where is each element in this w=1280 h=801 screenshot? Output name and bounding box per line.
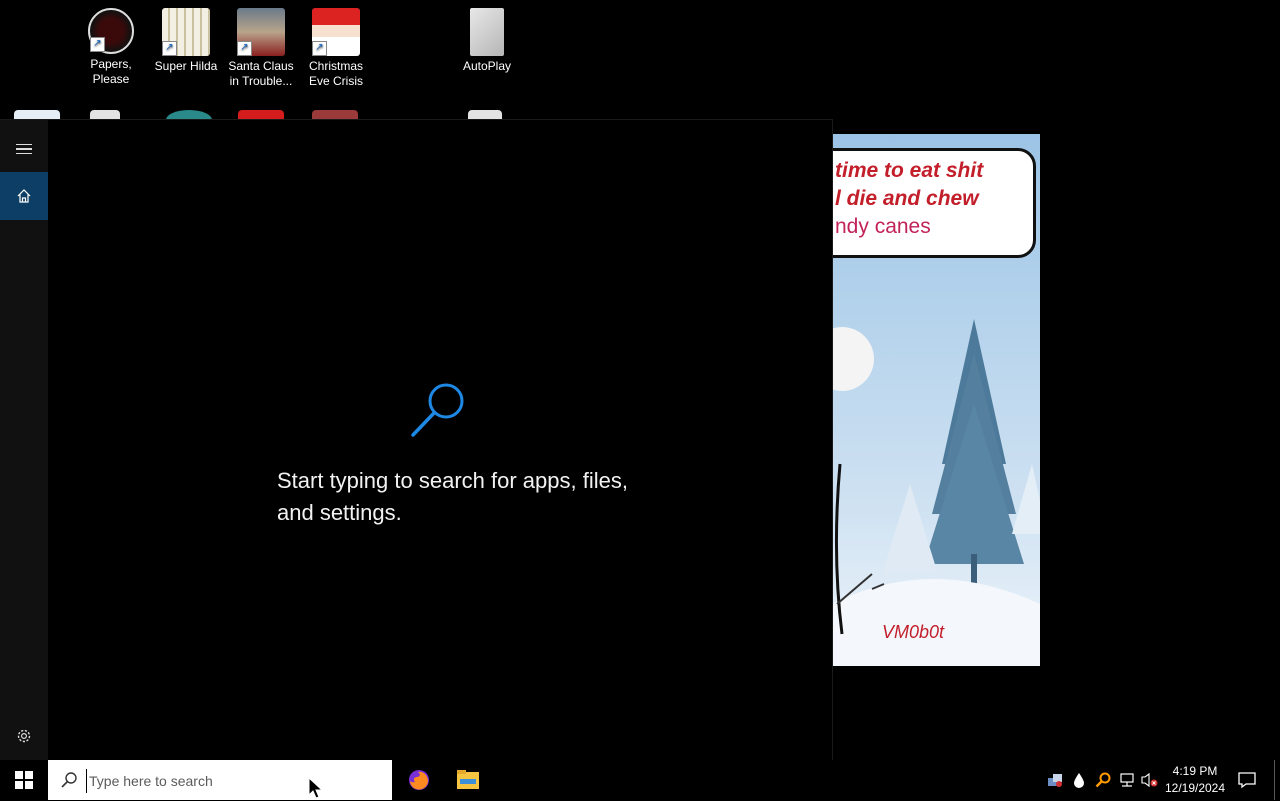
- notification-center-icon[interactable]: [1236, 770, 1258, 790]
- start-button[interactable]: [0, 760, 48, 800]
- desktop-icon-label: Christmas Eve Crisis: [308, 59, 363, 88]
- taskbar-clock[interactable]: 4:19 PM 12/19/2024: [1162, 763, 1228, 797]
- network-adapter-icon[interactable]: [1046, 771, 1064, 789]
- super-hilda-icon: ↗: [162, 8, 210, 56]
- start-search-panel: Start typing to search for apps, files, …: [0, 119, 833, 761]
- search-prompt-text: Start typing to search for apps, files, …: [277, 468, 628, 525]
- clock-date: 12/19/2024: [1164, 781, 1226, 795]
- santa-claus-icon: ↗: [237, 8, 285, 56]
- windows-logo-icon: [15, 771, 33, 789]
- volume-muted-icon[interactable]: [1141, 771, 1159, 789]
- firefox-taskbar-button[interactable]: [402, 764, 436, 796]
- bubble-line-3: ndy canes: [835, 215, 931, 238]
- taskbar-search-box[interactable]: [48, 760, 392, 800]
- shortcut-arrow-icon: ↗: [90, 37, 105, 52]
- water-drop-icon[interactable]: [1070, 771, 1088, 789]
- bubble-line-1: time to eat shit: [835, 159, 984, 182]
- search-input[interactable]: [86, 769, 381, 793]
- shortcut-arrow-icon: ↗: [162, 41, 177, 56]
- bubble-line-2: l die and chew: [835, 187, 979, 210]
- desktop-icon-papers-please[interactable]: ↗ Papers, Please: [74, 8, 148, 87]
- artist-signature: VM0b0t: [882, 622, 945, 642]
- desktop-icon-autoplay[interactable]: AutoPlay: [450, 8, 524, 74]
- settings-button[interactable]: [0, 712, 48, 760]
- autoplay-icon: [470, 8, 504, 56]
- christmas-eve-crisis-icon: ↗: [312, 8, 360, 56]
- firefox-icon: [409, 770, 429, 790]
- desktop-icon-super-hilda[interactable]: ↗ Super Hilda: [149, 8, 223, 74]
- file-explorer-taskbar-button[interactable]: [451, 764, 485, 796]
- start-rail: [0, 120, 48, 761]
- search-magnifier-icon: [411, 383, 464, 437]
- desktop-icon-label: Santa Claus in Trouble...: [228, 59, 294, 88]
- hamburger-icon: [16, 141, 32, 158]
- wallpaper-fragment: time to eat shit l die and chew ndy cane…: [832, 134, 1040, 666]
- shortcut-arrow-icon: ↗: [312, 41, 327, 56]
- show-desktop-button[interactable]: [1274, 760, 1277, 800]
- expand-menu-button[interactable]: [0, 125, 48, 173]
- desktop-icon-christmas-eve-crisis[interactable]: ↗ Christmas Eve Crisis: [299, 8, 373, 89]
- mouse-pointer-icon: [308, 777, 324, 799]
- home-icon: [17, 189, 31, 203]
- home-button[interactable]: [0, 172, 48, 220]
- desktop-icon-santa-claus[interactable]: ↗ Santa Claus in Trouble...: [224, 8, 298, 89]
- search-tool-icon[interactable]: [1094, 771, 1112, 789]
- papers-please-icon: ↗: [88, 8, 134, 54]
- desktop-icon-label: Super Hilda: [154, 59, 218, 73]
- file-explorer-icon: [457, 770, 479, 789]
- taskbar: 4:19 PM 12/19/2024: [0, 760, 1280, 800]
- speech-bubble: time to eat shit l die and chew ndy cane…: [832, 148, 1036, 258]
- network-icon[interactable]: [1118, 771, 1136, 789]
- clock-time: 4:19 PM: [1172, 764, 1218, 778]
- desktop-icon-label: AutoPlay: [462, 59, 512, 73]
- search-icon: [61, 772, 77, 788]
- shortcut-arrow-icon: ↗: [237, 41, 252, 56]
- desktop-icon-label: Papers, Please: [90, 57, 132, 86]
- gear-icon: [17, 729, 31, 743]
